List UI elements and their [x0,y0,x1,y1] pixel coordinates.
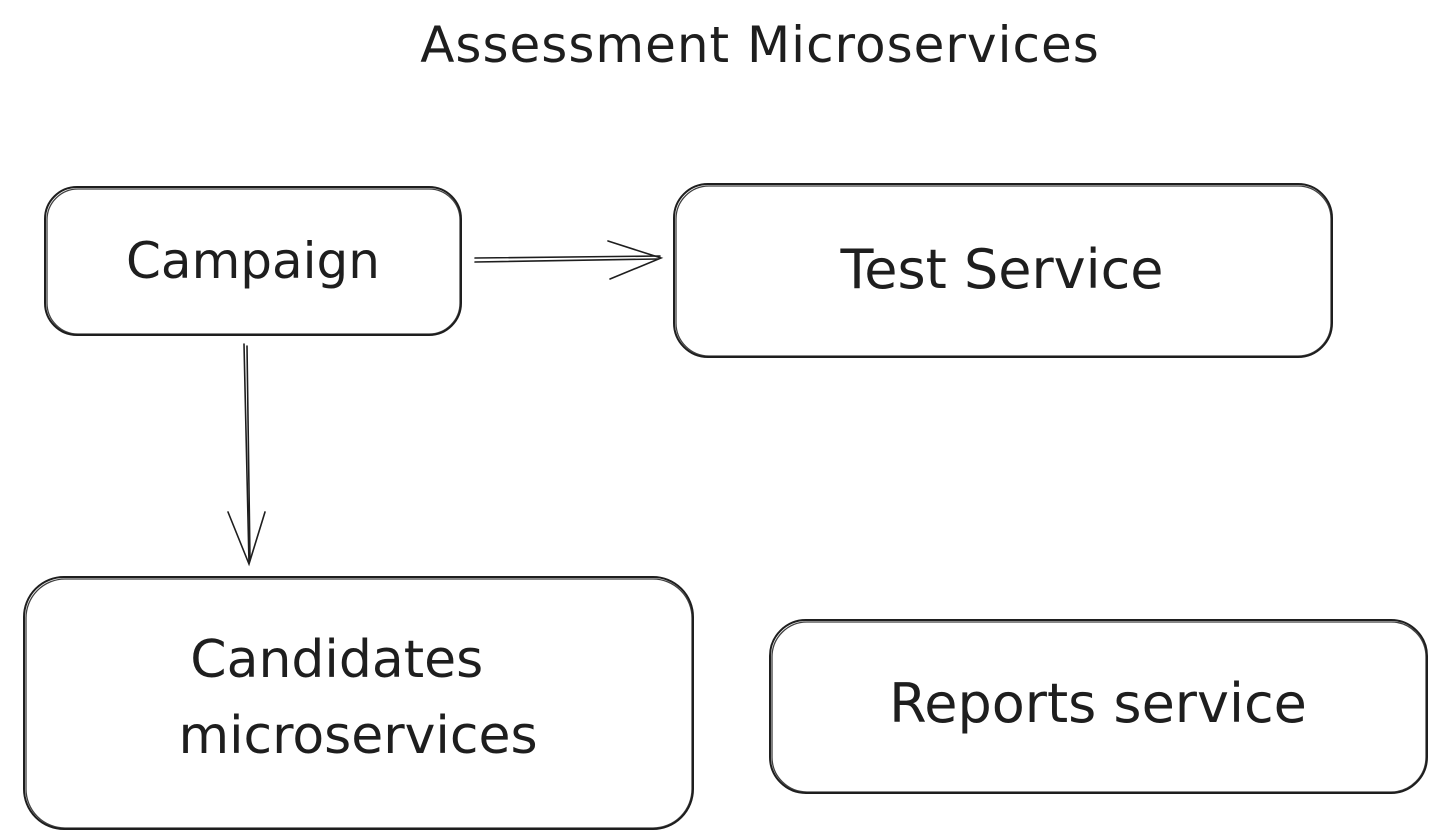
node-campaign-label-line-1: Campaign [126,232,380,290]
edge-campaign-to-test-service-line [474,255,661,259]
diagram-canvas: Assessment Microservices Campaign Test S… [23,16,1428,830]
node-campaign-label: Campaign [126,232,380,290]
node-test-service[interactable]: Test Service [673,183,1333,358]
node-test-service-label-line-1: Test Service [839,238,1163,301]
node-candidates-box [23,576,694,830]
edge-campaign-to-test-service[interactable] [474,240,664,280]
edge-campaign-to-candidates-arrowhead [227,511,266,567]
node-candidates[interactable]: Candidates microservices [23,576,694,830]
node-reports[interactable]: Reports service [769,619,1428,794]
edge-campaign-to-candidates[interactable] [227,343,266,567]
node-reports-label-line-1: Reports service [889,672,1307,735]
node-candidates-label-line-2: microservices [178,706,537,766]
node-candidates-label: Candidates microservices [178,630,537,766]
diagram-title: Assessment Microservices [420,16,1100,74]
node-candidates-label-line-1: Candidates [190,630,483,690]
node-candidates-box-sketch [25,578,693,829]
edge-campaign-to-test-service-line-sketch [474,258,659,263]
node-campaign[interactable]: Campaign [44,186,462,336]
node-test-service-label: Test Service [839,238,1163,301]
node-reports-label: Reports service [889,672,1307,735]
